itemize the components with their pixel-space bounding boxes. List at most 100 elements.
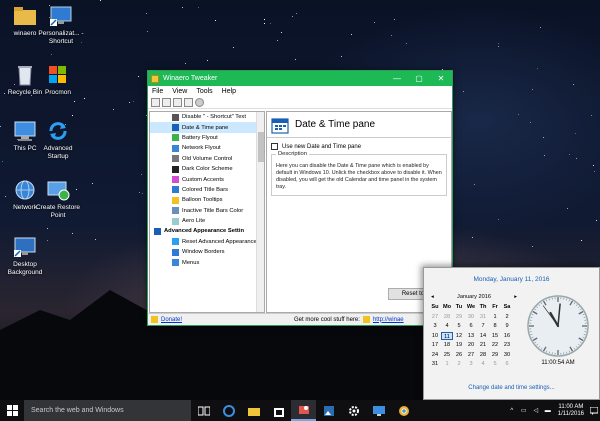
tree-item[interactable]: Date & Time pane — [150, 122, 264, 133]
date-time-flyout[interactable]: Monday, January 11, 2016 ◂ January 2016 … — [423, 267, 600, 400]
calendar-day[interactable]: 15 — [489, 332, 501, 341]
change-date-time-settings-link[interactable]: Change date and time settings... — [424, 385, 599, 391]
calendar-day[interactable]: 5 — [489, 360, 501, 369]
use-new-pane-checkbox[interactable] — [271, 143, 278, 150]
calendar-day[interactable]: 4 — [477, 360, 489, 369]
tree-scrollbar-thumb[interactable] — [258, 132, 264, 162]
desktop-icon-advanced-startup[interactable]: Advanced Startup — [33, 119, 83, 160]
calendar-day[interactable]: 30 — [465, 313, 477, 322]
edge-icon[interactable] — [216, 400, 241, 421]
tree-item[interactable]: Network Flyout — [150, 143, 264, 153]
donate-link[interactable]: Donate! — [161, 317, 182, 323]
calendar-day[interactable]: 29 — [489, 351, 501, 360]
winaero-tweaker-window[interactable]: Winaero Tweaker — ▢ ✕ File View Tools He… — [147, 70, 453, 326]
volume-icon[interactable]: ◁ — [531, 407, 541, 414]
calendar-day[interactable]: 3 — [465, 360, 477, 369]
taskbar-clock[interactable]: 11:00 AM 1/11/2016 — [558, 404, 584, 418]
minimize-button[interactable]: — — [386, 71, 408, 86]
keyboard-icon[interactable]: ▬ — [543, 408, 553, 414]
window-titlebar[interactable]: Winaero Tweaker — ▢ ✕ — [148, 71, 452, 86]
tree-item[interactable]: Colored Title Bars — [150, 185, 264, 195]
calendar-day[interactable]: 16 — [501, 332, 513, 341]
toolbar-gear-icon[interactable] — [195, 98, 204, 107]
prev-month-button[interactable]: ◂ — [431, 294, 434, 300]
calendar-day[interactable]: 14 — [477, 332, 489, 341]
remote-desktop-icon[interactable] — [366, 400, 391, 421]
menu-tools[interactable]: Tools — [196, 88, 212, 95]
tree-item[interactable]: Balloon Tooltips — [150, 195, 264, 205]
calendar-day[interactable]: 27 — [429, 313, 441, 322]
calendar-day[interactable]: 13 — [465, 332, 477, 341]
tree-item[interactable]: Battery Flyout — [150, 133, 264, 143]
use-new-pane-row[interactable]: Use new Date and Time pane — [271, 143, 447, 150]
menu-help[interactable]: Help — [222, 88, 236, 95]
tree-item[interactable]: Menus — [150, 257, 264, 267]
tweaks-tree[interactable]: Disable " - Shortcut" Text Date & Time pa… — [149, 111, 265, 313]
tree-item[interactable]: Reset Advanced Appearance — [150, 237, 264, 247]
desktop-icon-create-restore-point[interactable]: Create Restore Point — [33, 178, 83, 219]
calendar-day[interactable]: 7 — [477, 322, 489, 331]
toolbar-view-icon-2[interactable] — [162, 98, 171, 107]
calendar-day[interactable]: 6 — [465, 322, 477, 331]
desktop-icon-desktop-background[interactable]: Desktop Background — [0, 235, 50, 276]
calendar-day[interactable]: 30 — [501, 351, 513, 360]
network-tray-icon[interactable]: ▭ — [519, 407, 529, 414]
winaero-tweaker-taskbar-icon[interactable] — [291, 400, 316, 421]
calendar-day[interactable]: 4 — [441, 322, 453, 331]
calendar-day[interactable]: 1 — [489, 313, 501, 322]
toolbar-view-icon-1[interactable] — [151, 98, 160, 107]
tree-item[interactable]: Window Borders — [150, 247, 264, 257]
calendar-day[interactable]: 20 — [465, 341, 477, 350]
calendar-day[interactable]: 2 — [501, 313, 513, 322]
calendar-day[interactable]: 28 — [441, 313, 453, 322]
calendar-day[interactable]: 17 — [429, 341, 441, 350]
maximize-button[interactable]: ▢ — [408, 71, 430, 86]
calendar-day[interactable]: 10 — [429, 332, 441, 341]
calendar-day[interactable]: 24 — [429, 351, 441, 360]
tree-item[interactable]: Aero Lite — [150, 216, 264, 226]
tree-category[interactable]: Advanced Appearance Settin — [150, 226, 264, 236]
show-hidden-icons-icon[interactable]: ^ — [507, 408, 517, 414]
tree-item[interactable]: Dark Color Scheme — [150, 164, 264, 174]
calendar-day[interactable]: 3 — [429, 322, 441, 331]
calendar-day[interactable]: 2 — [453, 360, 465, 369]
action-center-icon[interactable] — [588, 400, 600, 421]
calendar-day[interactable]: 25 — [441, 351, 453, 360]
calendar-day[interactable]: 23 — [501, 341, 513, 350]
calendar-today[interactable]: 11 — [441, 331, 453, 340]
calendar-day[interactable]: 26 — [453, 351, 465, 360]
next-month-button[interactable]: ▸ — [514, 294, 517, 300]
close-button[interactable]: ✕ — [430, 71, 452, 86]
calendar-day[interactable]: 5 — [453, 322, 465, 331]
search-box[interactable]: Search the web and Windows — [24, 400, 191, 421]
desktop-icon-procmon[interactable]: Procmon — [33, 63, 83, 97]
tree-item[interactable]: Old Volume Control — [150, 154, 264, 164]
start-button[interactable] — [0, 400, 24, 421]
toolbar-view-icon-3[interactable] — [173, 98, 182, 107]
calendar-day[interactable]: 8 — [489, 322, 501, 331]
calendar-day[interactable]: 27 — [465, 351, 477, 360]
menu-view[interactable]: View — [172, 88, 187, 95]
task-view-icon[interactable] — [191, 400, 216, 421]
settings-gear-icon[interactable] — [341, 400, 366, 421]
store-icon[interactable] — [266, 400, 291, 421]
calendar-day[interactable]: 9 — [501, 322, 513, 331]
calendar-day[interactable]: 31 — [477, 313, 489, 322]
calendar-day[interactable]: 6 — [501, 360, 513, 369]
menu-file[interactable]: File — [152, 88, 163, 95]
desktop-icon-personalization-shortcut[interactable]: Personalizat... - Shortcut — [33, 4, 89, 45]
toolbar-view-icon-4[interactable] — [184, 98, 193, 107]
chrome-icon[interactable] — [391, 400, 416, 421]
calendar-day[interactable]: 12 — [453, 332, 465, 341]
file-explorer-icon[interactable] — [241, 400, 266, 421]
calendar-day[interactable]: 21 — [477, 341, 489, 350]
calendar-day[interactable]: 22 — [489, 341, 501, 350]
flyout-long-date[interactable]: Monday, January 11, 2016 — [424, 276, 599, 283]
calendar-day[interactable]: 19 — [453, 341, 465, 350]
calendar-day[interactable]: 1 — [441, 360, 453, 369]
tree-item[interactable]: Disable " - Shortcut" Text — [150, 112, 264, 122]
tree-scrollbar[interactable] — [256, 112, 264, 312]
calendar-day[interactable]: 31 — [429, 360, 441, 369]
winaero-link[interactable]: http://winae — [373, 317, 404, 323]
calendar-day[interactable]: 29 — [453, 313, 465, 322]
